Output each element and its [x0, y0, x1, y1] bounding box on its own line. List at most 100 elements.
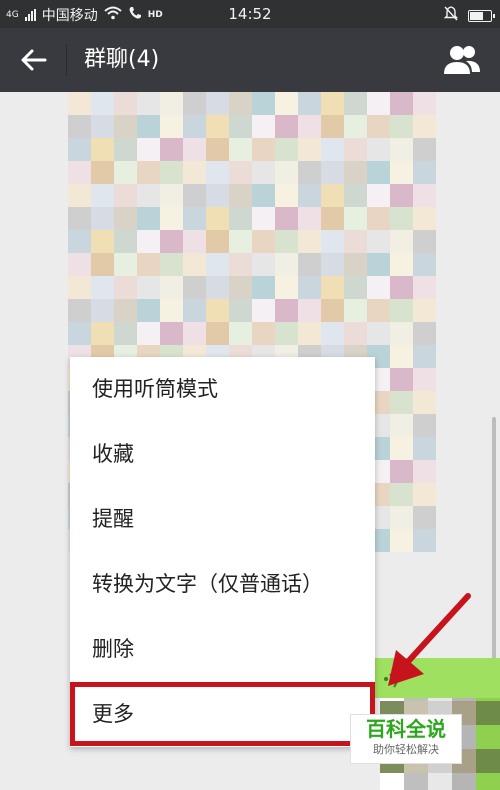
mosaic-tile	[183, 115, 206, 138]
group-icon[interactable]	[442, 42, 482, 78]
mosaic-tile	[413, 299, 436, 322]
mosaic-tile	[91, 299, 114, 322]
mosaic-tile	[252, 299, 275, 322]
mosaic-tile	[160, 161, 183, 184]
mosaic-tile	[91, 207, 114, 230]
menu-item-earpiece-mode[interactable]: 使用听筒模式	[70, 357, 375, 421]
mosaic-tile	[252, 138, 275, 161]
mosaic-tile	[229, 161, 252, 184]
mosaic-tile	[476, 773, 500, 790]
mosaic-tile	[91, 322, 114, 345]
mosaic-tile	[321, 253, 344, 276]
mosaic-tile	[114, 253, 137, 276]
mosaic-tile	[252, 115, 275, 138]
mosaic-tile	[68, 322, 91, 345]
mosaic-tile	[206, 299, 229, 322]
mosaic-tile	[321, 138, 344, 161]
mosaic-tile	[476, 725, 500, 749]
mosaic-tile	[114, 115, 137, 138]
mosaic-tile	[344, 230, 367, 253]
mosaic-tile	[160, 184, 183, 207]
mosaic-tile	[298, 230, 321, 253]
mosaic-tile	[390, 460, 413, 483]
mosaic-tile	[298, 276, 321, 299]
mosaic-tile	[275, 299, 298, 322]
mosaic-tile	[413, 322, 436, 345]
mosaic-tile	[298, 138, 321, 161]
mosaic-tile	[321, 299, 344, 322]
menu-item-delete[interactable]: 删除	[70, 617, 375, 681]
mosaic-tile	[275, 184, 298, 207]
mosaic-tile	[160, 138, 183, 161]
mosaic-tile	[275, 161, 298, 184]
mosaic-tile	[160, 230, 183, 253]
mosaic-tile	[275, 276, 298, 299]
mosaic-tile	[321, 184, 344, 207]
mosaic-tile	[390, 368, 413, 391]
mosaic-tile	[413, 161, 436, 184]
mosaic-tile	[160, 322, 183, 345]
mosaic-tile	[229, 253, 252, 276]
mosaic-tile	[413, 414, 436, 437]
mosaic-tile	[298, 299, 321, 322]
mosaic-tile	[137, 299, 160, 322]
scrollbar[interactable]	[492, 417, 496, 667]
mosaic-tile	[344, 322, 367, 345]
mosaic-tile	[321, 322, 344, 345]
mosaic-tile	[413, 276, 436, 299]
mosaic-tile	[321, 230, 344, 253]
status-bar: 4G 中国移动 HD 14:52	[0, 0, 500, 28]
mosaic-tile	[137, 207, 160, 230]
mosaic-tile	[390, 230, 413, 253]
mosaic-tile	[413, 529, 436, 552]
mosaic-tile	[344, 184, 367, 207]
mosaic-tile	[390, 138, 413, 161]
mosaic-tile	[390, 437, 413, 460]
mosaic-tile	[229, 276, 252, 299]
mosaic-tile	[275, 322, 298, 345]
mosaic-tile	[413, 138, 436, 161]
mosaic-tile	[183, 276, 206, 299]
mosaic-tile	[114, 184, 137, 207]
menu-item-convert-to-text[interactable]: 转换为文字（仅普通话）	[70, 552, 375, 616]
mosaic-tile	[91, 92, 114, 115]
mosaic-tile	[229, 230, 252, 253]
mosaic-tile	[183, 322, 206, 345]
watermark-subtitle: 助你轻松解决	[373, 743, 439, 756]
mute-bell-icon	[443, 6, 459, 25]
status-right	[443, 6, 495, 25]
mosaic-tile	[114, 230, 137, 253]
mosaic-tile	[428, 773, 452, 790]
menu-item-more[interactable]: 更多	[70, 682, 375, 746]
mosaic-tile	[229, 207, 252, 230]
mosaic-tile	[390, 161, 413, 184]
mosaic-tile	[229, 138, 252, 161]
mosaic-tile	[390, 184, 413, 207]
mosaic-tile	[390, 207, 413, 230]
mosaic-tile	[367, 115, 390, 138]
mosaic-tile	[344, 207, 367, 230]
mosaic-tile	[275, 207, 298, 230]
mosaic-tile	[137, 115, 160, 138]
mosaic-tile	[413, 184, 436, 207]
mosaic-tile	[114, 138, 137, 161]
mosaic-tile	[344, 92, 367, 115]
mosaic-tile	[229, 115, 252, 138]
mosaic-tile	[252, 276, 275, 299]
mosaic-tile	[298, 253, 321, 276]
mosaic-tile	[367, 184, 390, 207]
mosaic-tile	[160, 276, 183, 299]
mosaic-tile	[114, 92, 137, 115]
mosaic-tile	[413, 483, 436, 506]
message-context-menu: 使用听筒模式 收藏 提醒 转换为文字（仅普通话） 删除 更多	[70, 357, 375, 747]
mosaic-tile	[367, 138, 390, 161]
mosaic-tile	[321, 276, 344, 299]
mosaic-tile	[206, 161, 229, 184]
mosaic-tile	[252, 253, 275, 276]
menu-item-favorite[interactable]: 收藏	[70, 422, 375, 486]
menu-item-remind[interactable]: 提醒	[70, 487, 375, 551]
mosaic-tile	[91, 161, 114, 184]
mosaic-tile	[252, 161, 275, 184]
mosaic-tile	[160, 207, 183, 230]
arrow-left-icon[interactable]	[18, 44, 50, 76]
